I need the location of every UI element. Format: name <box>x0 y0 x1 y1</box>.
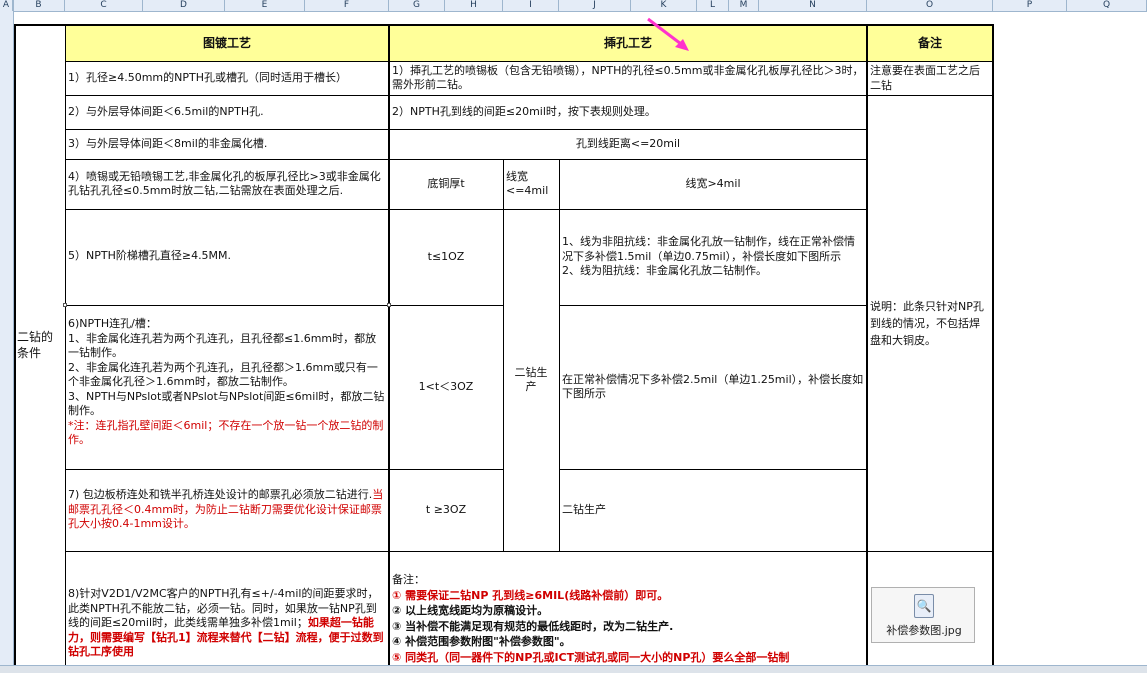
rule-cell-8[interactable]: 8)针对V2D1/V2MC客户的NPTH孔有≤+/-4mil的间距要求时，此类N… <box>65 585 389 665</box>
plug-rule-cell-1[interactable]: 1）揷孔工艺的喷锡板（包含无铅喷锡），NPTH的孔径≤0.5mm或非金属化孔板厚… <box>389 61 867 95</box>
grid-line <box>559 159 560 551</box>
plug-rule-cell-2[interactable]: 2）NPTH孔到线的间距≤20mil时，按下表规则处理。 <box>389 95 867 129</box>
rule-cell-3[interactable]: 3）与外层导体间距＜8mil的非金属化槽. <box>65 129 389 159</box>
grid-line <box>559 305 867 306</box>
grid-line <box>65 61 993 62</box>
section-label-second-drill[interactable]: 二钻的条件 <box>14 25 65 665</box>
header-plating-process[interactable]: 图镀工艺 <box>65 25 389 61</box>
subtable-title[interactable]: 孔到线距离<=20mil <box>389 129 867 159</box>
subtable-row2-rule[interactable]: 在正常补偿情况下多补偿2.5mil（单边1.25mil），补偿长度如下图所示 <box>559 305 867 469</box>
grid-line <box>992 24 994 666</box>
col-header-p[interactable]: P <box>993 0 1067 11</box>
subtable-header-wide[interactable]: 线宽>4mil <box>559 159 867 209</box>
rule-cell-4[interactable]: 4）喷锡或无铅喷锡工艺,非金属化孔的板厚孔径比>3或非金属化孔钻孔孔径≤0.5m… <box>65 159 389 209</box>
subtable-merged-narrow[interactable]: 二钻生产 <box>503 209 559 551</box>
rule-6-line-1: 6)NPTH连孔/槽： <box>68 317 157 330</box>
rule-6-line-3: 2、非金属化连孔若为两个孔连孔，且孔径都＞1.6mm或只有一个非金属化孔径＞1.… <box>68 360 378 389</box>
attachment-file[interactable]: 🔍 补偿参数图.jpg <box>871 587 975 643</box>
grid-line <box>388 24 390 666</box>
grid-line <box>65 129 867 130</box>
grid-line <box>14 24 993 26</box>
grid-line <box>866 24 868 666</box>
grid-line <box>389 305 503 306</box>
rule-6-line-4: 3、NPTH与NPslot或者NPslot与NPslot间距≤6mil时，都放二… <box>68 389 385 418</box>
annotation-arrow <box>647 17 689 51</box>
col-header-o[interactable]: O <box>867 0 993 11</box>
grid-line <box>65 159 867 160</box>
col-header-k[interactable]: K <box>631 0 697 11</box>
column-header-bar: A B C D E F G H I J K L M N O P Q <box>0 0 1147 12</box>
grid-line <box>14 24 16 666</box>
header-remarks[interactable]: 备注 <box>867 25 993 61</box>
header-plug-process[interactable]: 揷孔工艺 <box>389 25 867 61</box>
note-5: ⑤ 同类孔（同一器件下的NP孔或ICT测试孔或同一大小的NP孔）要么全部一钻制 <box>392 650 790 664</box>
note-1: ① 需要保证二钻NP 孔到线≥6MIL(线路补偿前）即可。 <box>392 588 669 602</box>
selection-handle[interactable] <box>63 303 67 307</box>
image-file-icon: 🔍 <box>914 594 934 618</box>
subtable-row1-rule[interactable]: 1、线为非阻抗线：非金属化孔放一钻制作，线在正常补偿情况下多补偿1.5mil（单… <box>559 209 867 305</box>
rule-cell-7[interactable]: 7) 包边板桥连处和铣半孔桥连处设计的邮票孔必须放二钻进行.当邮票孔孔径＜0.4… <box>65 469 389 551</box>
subtable-header-narrow[interactable]: 线宽<=4mil <box>503 159 559 209</box>
grid-line <box>65 24 66 666</box>
rule-cell-2[interactable]: 2）与外层导体间距＜6.5mil的NPTH孔. <box>65 95 389 129</box>
col-header-j[interactable]: J <box>559 0 631 11</box>
col-header-a-label[interactable]: A <box>0 0 13 11</box>
subtable-row1-copper[interactable]: t≤1OZ <box>389 209 503 305</box>
selection-handle[interactable] <box>387 303 391 307</box>
rule-cell-1[interactable]: 1）孔径≥4.50mm的NPTH孔或槽孔（同时适用于槽长） <box>65 61 389 95</box>
remark-cell-1[interactable]: 注意要在表面工艺之后二钻 <box>867 61 993 95</box>
grid-line <box>65 95 993 96</box>
rule-6-note: *注：连孔指孔壁间距＜6mil；不存在一个放一钻一个放二钻的制作。 <box>68 418 384 447</box>
note-3: ③ 当补偿不能满足现有规范的最低线距时，改为二钻生产. <box>392 619 674 633</box>
col-header-e[interactable]: E <box>225 0 305 11</box>
rule-cell-6[interactable]: 6)NPTH连孔/槽： 1、非金属化连孔若为两个孔连孔，且孔径都≤1.6mm时，… <box>65 315 389 465</box>
subtable-row3-copper[interactable]: t ≥3OZ <box>389 469 503 551</box>
subtable-row2-copper[interactable]: 1<t＜3OZ <box>389 305 503 469</box>
col-header-m[interactable]: M <box>729 0 759 11</box>
col-header-n[interactable]: N <box>759 0 867 11</box>
grid-line <box>65 551 993 552</box>
grid-line <box>503 159 504 551</box>
rule-cell-5[interactable]: 5）NPTH阶梯槽孔直径≥4.5MM. <box>65 209 389 304</box>
note-4: ④ 补偿范围参数附图"补偿参数图"。 <box>392 635 571 648</box>
col-header-i[interactable]: I <box>503 0 559 11</box>
grid-line <box>65 209 867 210</box>
remark-cell-2[interactable]: 说明：此条只针对NP孔到线的情况，不包括焊盘和大铜皮。 <box>867 95 993 551</box>
attachment-filename: 补偿参数图.jpg <box>886 624 962 637</box>
rule-7-text: 7) 包边板桥连处和铣半孔桥连处设计的邮票孔必须放二钻进行. <box>68 488 373 502</box>
grid-line <box>65 469 503 470</box>
notes-cell[interactable]: 备注： ① 需要保证二钻NP 孔到线≥6MIL(线路补偿前）即可。 ② 以上线宽… <box>389 570 867 665</box>
notes-title: 备注： <box>392 573 425 586</box>
rule-6-line-2: 1、非金属化连孔若为两个孔连孔，且孔径都≤1.6mm时，都放一钻制作。 <box>68 331 377 360</box>
subtable-row3-rule[interactable]: 二钻生产 <box>559 469 867 551</box>
col-header-g[interactable]: G <box>389 0 445 11</box>
grid-line <box>65 305 389 306</box>
col-header-q[interactable]: Q <box>1067 0 1147 11</box>
grid-line <box>559 469 867 470</box>
col-header-h[interactable]: H <box>445 0 503 11</box>
col-header-b[interactable]: B <box>13 0 65 11</box>
col-header-l[interactable]: L <box>697 0 729 11</box>
row-header-band <box>0 11 14 665</box>
col-header-f[interactable]: F <box>305 0 389 11</box>
subtable-header-copper[interactable]: 底铜厚t <box>389 159 503 209</box>
col-header-d[interactable]: D <box>143 0 225 11</box>
col-header-c[interactable]: C <box>65 0 143 11</box>
note-2: ② 以上线宽线距均为原稿设计。 <box>392 604 549 617</box>
